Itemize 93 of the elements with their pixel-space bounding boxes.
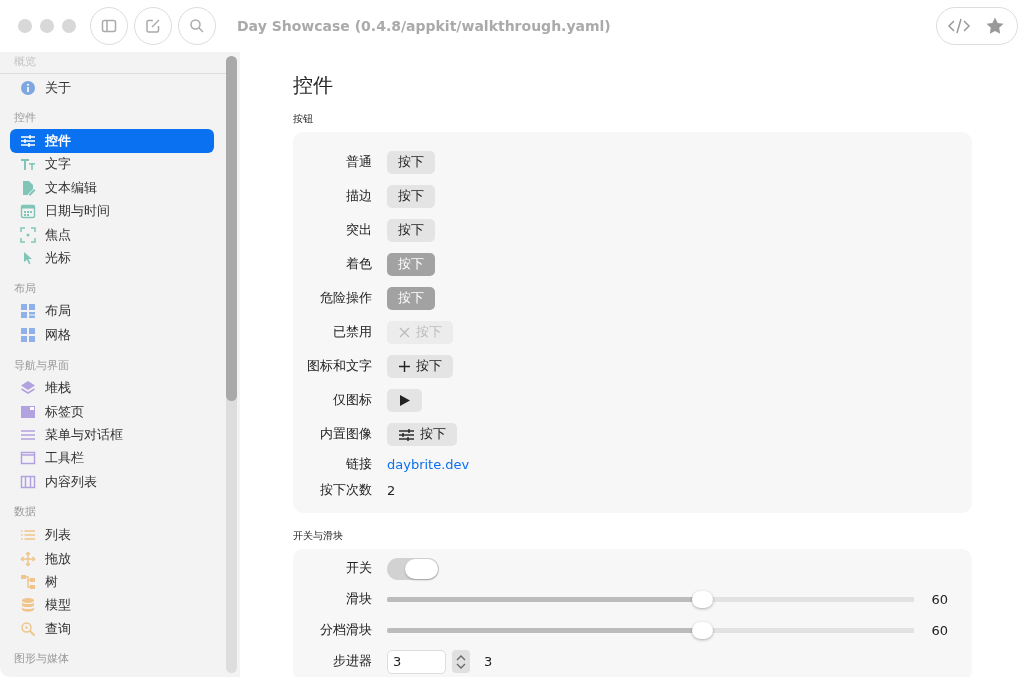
- slider-thumb[interactable]: [692, 591, 714, 608]
- push-button[interactable]: 按下: [387, 354, 453, 378]
- section-header: 导航与界面: [13, 357, 70, 374]
- section-header: 控件: [13, 110, 37, 127]
- database-icon: [20, 597, 36, 614]
- section-title: 按钮: [293, 112, 314, 126]
- window-title: Day Showcase (0.4.8/appkit/walkthrough.yaml): [237, 18, 612, 34]
- sliders-icon: [20, 133, 36, 150]
- calendar-icon: [20, 203, 36, 220]
- menu-lines-icon: [20, 427, 36, 443]
- sidebar-item[interactable]: 拖放: [10, 546, 214, 571]
- grid-icon: [20, 326, 36, 343]
- layers-icon: [20, 380, 36, 397]
- row-label: 突出: [345, 221, 372, 239]
- sidebar-item[interactable]: 文字: [10, 152, 214, 177]
- link[interactable]: daybrite.dev: [387, 456, 470, 472]
- row-label: 滑块: [345, 591, 372, 608]
- row-label: 危险操作: [319, 289, 372, 307]
- section-header: 图形与媒体: [13, 651, 70, 668]
- sidebar-item[interactable]: 堆栈: [10, 376, 214, 400]
- play-icon: [398, 393, 411, 407]
- slider-value: 60: [930, 623, 948, 638]
- push-button[interactable]: 按下: [387, 422, 457, 446]
- columns-icon: [20, 473, 36, 490]
- sidebar-item[interactable]: 控件: [10, 129, 214, 153]
- section-header: 数据: [13, 504, 37, 521]
- sidebar-item[interactable]: 焦点: [10, 222, 214, 247]
- stepper-value: 3: [484, 654, 493, 669]
- tree-icon: [20, 573, 36, 590]
- row-label: 普通: [345, 153, 372, 171]
- sidebar-item[interactable]: 文本编辑: [10, 176, 214, 200]
- slider-thumb[interactable]: [692, 622, 714, 639]
- sidebar-icon: [100, 17, 118, 35]
- row-label: 分档滑块: [319, 622, 372, 639]
- sidebar-item[interactable]: 菜单与对话框: [10, 423, 214, 447]
- grid-icon: [20, 303, 36, 320]
- row-label: 开关: [345, 560, 372, 577]
- page-title: 控件: [293, 72, 334, 98]
- text-size-icon: [20, 156, 36, 173]
- close-button[interactable]: [18, 19, 32, 33]
- row-label: 描边: [345, 187, 372, 205]
- toggle-switch[interactable]: [387, 557, 439, 580]
- window-icon: [20, 450, 36, 467]
- sidebar-item[interactable]: 内容列表: [10, 470, 214, 494]
- row-label: 着色: [345, 255, 372, 273]
- row-label: 已禁用: [332, 323, 372, 341]
- tab-icon: [20, 403, 36, 420]
- sliders-icon: [398, 427, 415, 441]
- sidebar-item[interactable]: 关于: [10, 76, 214, 100]
- scrollbar-thumb[interactable]: [226, 56, 237, 401]
- push-button[interactable]: 按下: [387, 184, 435, 208]
- focus-icon: [20, 226, 36, 243]
- minimize-button[interactable]: [40, 19, 54, 33]
- sidebar-item[interactable]: 日期与时间: [10, 199, 214, 223]
- search-icon: [188, 17, 206, 35]
- sidebar-item[interactable]: 标签页: [10, 399, 214, 424]
- number-field[interactable]: 3: [387, 649, 446, 674]
- star-icon: [985, 16, 1005, 36]
- document-edit-icon: [20, 179, 36, 196]
- sidebar-item[interactable]: 网格: [10, 323, 214, 347]
- section-header: 布局: [13, 280, 37, 297]
- row-label: 步进器: [332, 653, 372, 670]
- search-button[interactable]: [178, 7, 216, 45]
- press-count: 2: [387, 482, 396, 498]
- sidebar-item[interactable]: 光标: [10, 246, 214, 270]
- zoom-button[interactable]: [62, 19, 76, 33]
- stepper-control[interactable]: [452, 650, 470, 673]
- x-icon: [398, 325, 411, 339]
- scrollbar[interactable]: [226, 56, 237, 673]
- sidebar-item[interactable]: 模型: [10, 593, 214, 618]
- plus-icon: [398, 359, 411, 373]
- row-label: 仅图标: [332, 391, 372, 409]
- code-brackets-icon: [947, 17, 971, 35]
- sidebar-item[interactable]: 树: [10, 570, 214, 594]
- compose-icon: [144, 17, 162, 35]
- row-label: 图标和文字: [306, 357, 372, 375]
- sidebar-item[interactable]: 列表: [10, 523, 214, 547]
- row-label: 链接: [345, 455, 372, 473]
- sidebar-item[interactable]: 布局: [10, 299, 214, 324]
- move-arrows-icon: [20, 550, 36, 567]
- slider-value: 60: [930, 592, 948, 607]
- row-label: 内置图像: [319, 425, 372, 443]
- info-icon: [20, 79, 36, 96]
- push-button[interactable]: 按下: [387, 218, 435, 242]
- row-label: 按下次数: [319, 481, 372, 499]
- sidebar-toggle-button[interactable]: [90, 7, 128, 45]
- push-button[interactable]: 按下: [387, 150, 435, 174]
- magnifier-icon: [20, 620, 36, 637]
- push-button[interactable]: [387, 388, 422, 412]
- sidebar-item[interactable]: 查询: [10, 617, 214, 641]
- sidebar-item[interactable]: 工具栏: [10, 446, 214, 471]
- compose-button[interactable]: [134, 7, 172, 45]
- section-title: 开关与滑块: [293, 529, 344, 543]
